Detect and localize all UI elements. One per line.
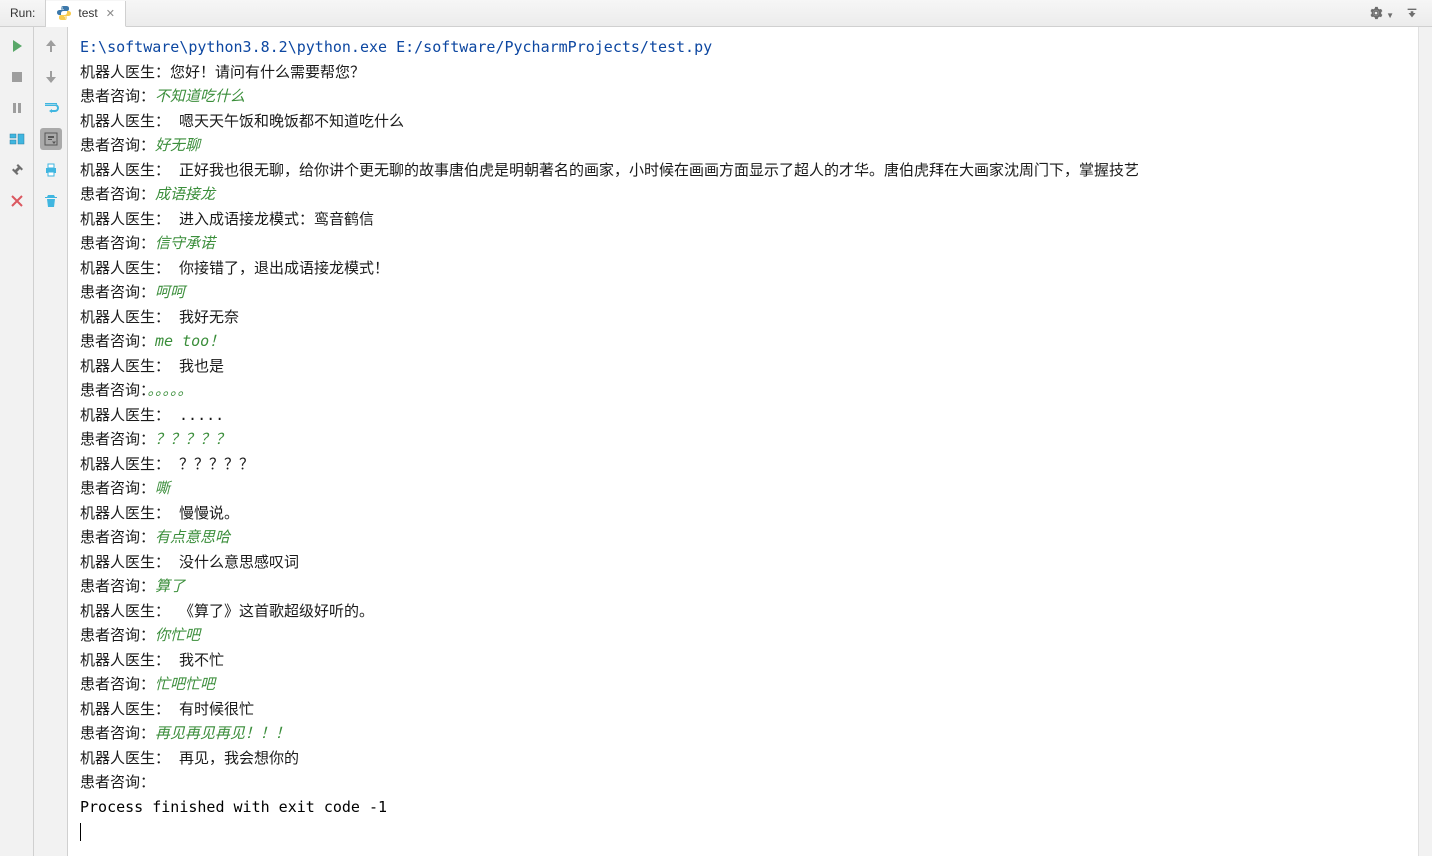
dropdown-caret-icon[interactable]: ▼ [1386,11,1394,20]
user-input-text: me too！ [155,332,224,350]
close-tab-icon[interactable]: ✕ [104,7,117,20]
user-input-text: 信守承诺 [155,234,215,252]
user-prompt-label: 患者咨询： [80,87,155,105]
user-input-text: 成语接龙 [155,185,215,203]
toolbar-left [0,27,34,856]
bot-output-line: 机器人医生： 你接错了，退出成语接龙模式！ [80,256,1408,281]
user-input-text: 有点意思哈 [155,528,230,546]
user-input-line: 患者咨询：不知道吃什么 [80,84,1408,109]
user-input-line: 患者咨询：有点意思哈 [80,525,1408,550]
user-input-text: 不知道吃什么 [155,87,245,105]
scroll-to-end-button[interactable] [40,128,62,150]
user-prompt-label: 患者咨询： [80,724,155,742]
bot-output-line: 机器人医生： 进入成语接龙模式：鸾音鹤信 [80,207,1408,232]
user-prompt-label: 患者咨询： [80,479,155,497]
command-line: E:\software\python3.8.2\python.exe E:/so… [80,35,1408,60]
user-input-text: 。。。。。 [148,381,193,399]
user-input-line: 患者咨询：好无聊 [80,133,1408,158]
user-prompt-label: 患者咨询： [80,528,155,546]
user-prompt-label: 患者咨询： [80,136,155,154]
bot-output-line: 机器人医生： 我也是 [80,354,1408,379]
user-input-line: 患者咨询：算了 [80,574,1408,599]
user-prompt-label: 患者咨询： [80,381,148,399]
bot-output-line: 机器人医生： 慢慢说。 [80,501,1408,526]
soft-wrap-button[interactable] [40,97,62,119]
user-input-line: 患者咨询：？？？？？ [80,427,1408,452]
console-output[interactable]: E:\software\python3.8.2\python.exe E:/so… [68,27,1418,856]
user-input-line: 患者咨询： [80,770,1408,795]
user-prompt-label: 患者咨询： [80,234,155,252]
pin-button[interactable] [6,159,28,181]
toolbar-secondary [34,27,68,856]
user-prompt-label: 患者咨询： [80,283,155,301]
bot-output-line: 机器人医生： 《算了》这首歌超级好听的。 [80,599,1408,624]
user-input-line: 患者咨询：嘶 [80,476,1408,501]
close-button[interactable] [6,190,28,212]
user-prompt-label: 患者咨询： [80,430,155,448]
user-input-text: 再见再见再见！！！ [155,724,290,742]
user-input-line: 患者咨询：me too！ [80,329,1408,354]
bot-output-line: 机器人医生： 嗯天天午饭和晚饭都不知道吃什么 [80,109,1408,134]
bot-output-line: 机器人医生：您好！请问有什么需要帮您？ [80,60,1408,85]
user-prompt-label: 患者咨询： [80,577,155,595]
bot-output-line: 机器人医生： 我好无奈 [80,305,1408,330]
user-input-text: 呵呵 [155,283,185,301]
user-prompt-label: 患者咨询： [80,332,155,350]
run-tab[interactable]: test ✕ [46,1,126,27]
main-area: E:\software\python3.8.2\python.exe E:/so… [0,27,1432,856]
rerun-button[interactable] [6,35,28,57]
clear-all-button[interactable] [40,190,62,212]
bot-output-line: 机器人医生： 没什么意思感叹词 [80,550,1408,575]
user-input-line: 患者咨询：。。。。。 [80,378,1408,403]
cursor [80,819,1408,844]
user-input-line: 患者咨询：信守承诺 [80,231,1408,256]
user-prompt-label: 患者咨询： [80,675,155,693]
user-input-text: 嘶 [155,479,170,497]
bot-output-line: 机器人医生： 我不忙 [80,648,1408,673]
user-input-text: 忙吧忙吧 [155,675,215,693]
user-input-line: 患者咨询：你忙吧 [80,623,1408,648]
bot-output-line: 机器人医生： ？？？？？ [80,452,1408,477]
user-input-line: 患者咨询：忙吧忙吧 [80,672,1408,697]
user-input-text: 好无聊 [155,136,200,154]
tab-label: test [78,6,97,20]
run-label: Run: [0,0,46,26]
bot-output-line: 机器人医生： 有时候很忙 [80,697,1408,722]
user-input-line: 患者咨询：呵呵 [80,280,1408,305]
user-prompt-label: 患者咨询： [80,626,155,644]
user-input-text: ？？？？？ [155,430,230,448]
hide-panel-icon[interactable] [1404,5,1420,21]
user-input-line: 患者咨询：再见再见再见！！！ [80,721,1408,746]
user-input-text: 算了 [155,577,185,595]
user-input-text: 你忙吧 [155,626,200,644]
header-actions: ▼ [1368,5,1432,21]
bot-output-line: 机器人医生： ..... [80,403,1408,428]
stop-button[interactable] [6,66,28,88]
exit-code-line: Process finished with exit code -1 [80,795,1408,820]
scroll-down-button[interactable] [40,66,62,88]
user-prompt-label: 患者咨询： [80,185,155,203]
print-button[interactable] [40,159,62,181]
user-prompt-label: 患者咨询： [80,773,155,791]
run-tool-header: Run: test ✕ ▼ [0,0,1432,27]
python-file-icon [56,5,72,21]
scroll-up-button[interactable] [40,35,62,57]
bot-output-line: 机器人医生： 再见，我会想你的 [80,746,1408,771]
bot-output-line: 机器人医生： 正好我也很无聊，给你讲个更无聊的故事唐伯虎是明朝著名的画家，小时候… [80,158,1408,183]
user-input-line: 患者咨询：成语接龙 [80,182,1408,207]
layout-button[interactable] [6,128,28,150]
settings-icon[interactable] [1368,5,1384,21]
pause-button[interactable] [6,97,28,119]
scrollbar[interactable] [1418,27,1432,856]
